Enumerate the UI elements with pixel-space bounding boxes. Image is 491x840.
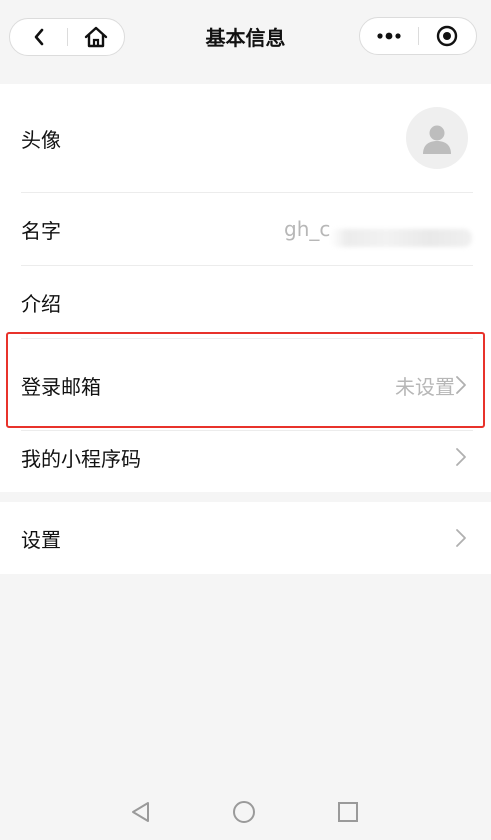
system-recent-button[interactable]	[336, 800, 360, 824]
intro-row[interactable]: 介绍	[0, 266, 491, 338]
back-icon	[34, 28, 43, 46]
home-icon	[84, 26, 107, 48]
chevron-right-icon	[456, 448, 466, 466]
profile-section: 头像 名字 gh_c 介绍 登录邮箱 未设置 我的小程序码	[0, 84, 491, 492]
name-label: 名字	[21, 218, 61, 243]
system-back-button[interactable]	[128, 800, 152, 824]
intro-label: 介绍	[21, 291, 61, 316]
avatar-label: 头像	[21, 127, 61, 152]
home-button[interactable]	[67, 19, 124, 55]
close-miniprogram-button[interactable]	[418, 18, 476, 54]
nav-capsule-left	[9, 18, 125, 56]
circle-home-icon	[233, 801, 255, 823]
avatar[interactable]	[406, 107, 468, 169]
triangle-back-icon	[132, 802, 149, 822]
more-icon	[377, 32, 401, 40]
redacted-name	[330, 229, 472, 247]
target-icon	[436, 25, 458, 47]
nav-bar: 基本信息	[0, 0, 491, 82]
settings-label: 设置	[21, 527, 61, 552]
name-row: 名字 gh_c	[0, 193, 491, 265]
qrcode-row[interactable]: 我的小程序码	[0, 422, 491, 492]
nav-capsule-right	[359, 17, 477, 55]
back-button[interactable]	[10, 19, 67, 55]
settings-section: 设置	[0, 502, 491, 574]
qrcode-label: 我的小程序码	[21, 446, 141, 471]
name-value: gh_c	[284, 217, 331, 241]
login-email-value: 未设置	[395, 374, 455, 399]
user-icon	[423, 125, 451, 154]
login-email-label: 登录邮箱	[21, 374, 101, 399]
more-button[interactable]	[360, 18, 418, 54]
settings-row[interactable]: 设置	[0, 502, 491, 574]
chevron-right-icon	[456, 529, 466, 547]
login-email-row[interactable]: 登录邮箱 未设置	[0, 339, 491, 431]
chevron-right-icon	[456, 376, 466, 394]
avatar-row[interactable]: 头像	[0, 84, 491, 192]
square-recent-icon	[338, 802, 358, 822]
system-home-button[interactable]	[232, 800, 256, 824]
